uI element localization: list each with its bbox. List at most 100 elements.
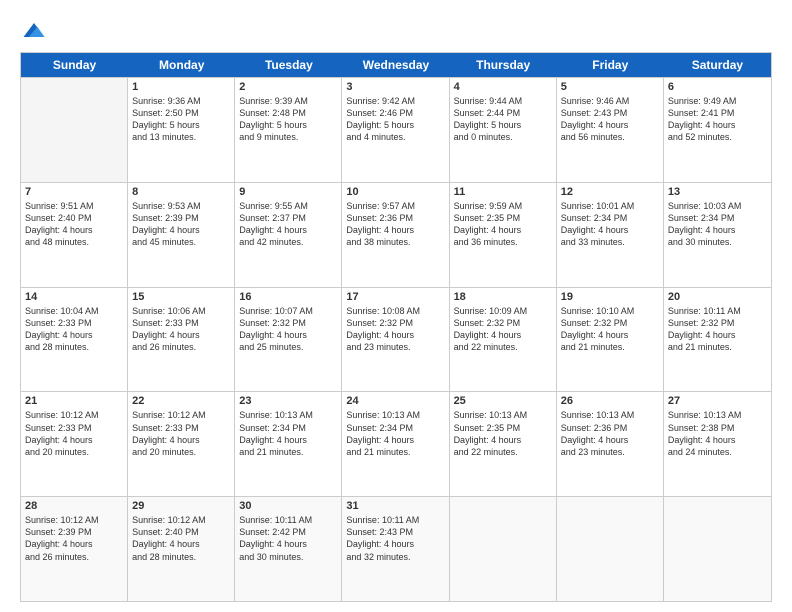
page: SundayMondayTuesdayWednesdayThursdayFrid…	[0, 0, 792, 612]
day-number: 13	[668, 186, 767, 198]
calendar-header: SundayMondayTuesdayWednesdayThursdayFrid…	[21, 53, 771, 77]
calendar-week-4: 21 Sunrise: 10:12 AMSunset: 2:33 PMDaylig…	[21, 391, 771, 496]
day-number: 26	[561, 395, 659, 407]
header-day-saturday: Saturday	[664, 53, 771, 77]
header-day-wednesday: Wednesday	[342, 53, 449, 77]
day-info: Sunrise: 10:13 AMSunset: 2:35 PMDaylight…	[454, 409, 552, 458]
day-number: 16	[239, 291, 337, 303]
calendar-cell-day-25: 25 Sunrise: 10:13 AMSunset: 2:35 PMDaylig…	[450, 392, 557, 496]
calendar-week-3: 14 Sunrise: 10:04 AMSunset: 2:33 PMDaylig…	[21, 287, 771, 392]
calendar: SundayMondayTuesdayWednesdayThursdayFrid…	[20, 52, 772, 602]
header-day-thursday: Thursday	[450, 53, 557, 77]
day-number: 27	[668, 395, 767, 407]
day-info: Sunrise: 10:06 AMSunset: 2:33 PMDaylight…	[132, 305, 230, 354]
day-info: Sunrise: 10:03 AMSunset: 2:34 PMDaylight…	[668, 200, 767, 249]
calendar-cell-day-1: 1 Sunrise: 9:36 AMSunset: 2:50 PMDaylight…	[128, 78, 235, 182]
calendar-cell-day-13: 13 Sunrise: 10:03 AMSunset: 2:34 PMDaylig…	[664, 183, 771, 287]
day-info: Sunrise: 10:09 AMSunset: 2:32 PMDaylight…	[454, 305, 552, 354]
calendar-cell-day-15: 15Sunrise: 10:06 AMSunset: 2:33 PMDaylig…	[128, 288, 235, 392]
calendar-cell-day-17: 17 Sunrise: 10:08 AMSunset: 2:32 PMDaylig…	[342, 288, 449, 392]
day-number: 6	[668, 81, 767, 93]
day-number: 1	[132, 81, 230, 93]
day-info: Sunrise: 10:11 AMSunset: 2:43 PMDaylight…	[346, 514, 444, 563]
header	[20, 16, 772, 44]
day-number: 7	[25, 186, 123, 198]
day-info: Sunrise: 9:46 AMSunset: 2:43 PMDaylight:…	[561, 95, 659, 144]
calendar-cell-day-22: 22 Sunrise: 10:12 AMSunset: 2:33 PMDaylig…	[128, 392, 235, 496]
day-info: Sunrise: 10:01 AMSunset: 2:34 PMDaylight…	[561, 200, 659, 249]
calendar-cell-day-2: 2 Sunrise: 9:39 AMSunset: 2:48 PMDaylight…	[235, 78, 342, 182]
day-number: 25	[454, 395, 552, 407]
header-day-friday: Friday	[557, 53, 664, 77]
day-info: Sunrise: 10:12 AMSunset: 2:33 PMDaylight…	[132, 409, 230, 458]
day-number: 30	[239, 500, 337, 512]
day-info: Sunrise: 10:04 AMSunset: 2:33 PMDaylight…	[25, 305, 123, 354]
day-info: Sunrise: 9:55 AMSunset: 2:37 PMDaylight:…	[239, 200, 337, 249]
calendar-cell-day-19: 19Sunrise: 10:10 AMSunset: 2:32 PMDaylig…	[557, 288, 664, 392]
calendar-cell-day-31: 31 Sunrise: 10:11 AMSunset: 2:43 PMDaylig…	[342, 497, 449, 601]
day-info: Sunrise: 10:08 AMSunset: 2:32 PMDaylight…	[346, 305, 444, 354]
calendar-cell-day-20: 20Sunrise: 10:11 AMSunset: 2:32 PMDaylig…	[664, 288, 771, 392]
calendar-body: 1 Sunrise: 9:36 AMSunset: 2:50 PMDaylight…	[21, 77, 771, 601]
calendar-cell-day-6: 6Sunrise: 9:49 AMSunset: 2:41 PMDaylight…	[664, 78, 771, 182]
day-number: 2	[239, 81, 337, 93]
calendar-cell-day-30: 30 Sunrise: 10:11 AMSunset: 2:42 PMDaylig…	[235, 497, 342, 601]
calendar-cell-day-21: 21 Sunrise: 10:12 AMSunset: 2:33 PMDaylig…	[21, 392, 128, 496]
day-info: Sunrise: 9:57 AMSunset: 2:36 PMDaylight:…	[346, 200, 444, 249]
day-info: Sunrise: 10:11 AMSunset: 2:32 PMDaylight…	[668, 305, 767, 354]
day-number: 4	[454, 81, 552, 93]
calendar-cell-day-27: 27 Sunrise: 10:13 AMSunset: 2:38 PMDaylig…	[664, 392, 771, 496]
calendar-cell-day-23: 23Sunrise: 10:13 AMSunset: 2:34 PMDaylig…	[235, 392, 342, 496]
day-number: 21	[25, 395, 123, 407]
calendar-cell-day-18: 18 Sunrise: 10:09 AMSunset: 2:32 PMDaylig…	[450, 288, 557, 392]
calendar-cell-day-26: 26 Sunrise: 10:13 AMSunset: 2:36 PMDaylig…	[557, 392, 664, 496]
day-number: 8	[132, 186, 230, 198]
day-info: Sunrise: 9:51 AMSunset: 2:40 PMDaylight:…	[25, 200, 123, 249]
day-info: Sunrise: 10:13 AMSunset: 2:34 PMDaylight…	[239, 409, 337, 458]
calendar-cell-day-9: 9 Sunrise: 9:55 AMSunset: 2:37 PMDaylight…	[235, 183, 342, 287]
calendar-cell-day-29: 29 Sunrise: 10:12 AMSunset: 2:40 PMDaylig…	[128, 497, 235, 601]
day-number: 10	[346, 186, 444, 198]
day-number: 17	[346, 291, 444, 303]
calendar-cell-day-8: 8 Sunrise: 9:53 AMSunset: 2:39 PMDaylight…	[128, 183, 235, 287]
day-info: Sunrise: 10:13 AMSunset: 2:36 PMDaylight…	[561, 409, 659, 458]
calendar-cell-empty	[450, 497, 557, 601]
calendar-cell-day-7: 7 Sunrise: 9:51 AMSunset: 2:40 PMDaylight…	[21, 183, 128, 287]
day-info: Sunrise: 10:07 AMSunset: 2:32 PMDaylight…	[239, 305, 337, 354]
day-number: 14	[25, 291, 123, 303]
day-number: 5	[561, 81, 659, 93]
day-info: Sunrise: 10:13 AMSunset: 2:38 PMDaylight…	[668, 409, 767, 458]
day-info: Sunrise: 10:12 AMSunset: 2:33 PMDaylight…	[25, 409, 123, 458]
day-number: 18	[454, 291, 552, 303]
logo	[20, 16, 52, 44]
day-number: 29	[132, 500, 230, 512]
calendar-week-5: 28Sunrise: 10:12 AMSunset: 2:39 PMDaylig…	[21, 496, 771, 601]
day-info: Sunrise: 9:53 AMSunset: 2:39 PMDaylight:…	[132, 200, 230, 249]
header-day-monday: Monday	[128, 53, 235, 77]
day-info: Sunrise: 10:13 AMSunset: 2:34 PMDaylight…	[346, 409, 444, 458]
calendar-cell-day-12: 12 Sunrise: 10:01 AMSunset: 2:34 PMDaylig…	[557, 183, 664, 287]
calendar-cell-day-10: 10 Sunrise: 9:57 AMSunset: 2:36 PMDayligh…	[342, 183, 449, 287]
calendar-cell-day-16: 16 Sunrise: 10:07 AMSunset: 2:32 PMDaylig…	[235, 288, 342, 392]
calendar-cell-day-5: 5 Sunrise: 9:46 AMSunset: 2:43 PMDaylight…	[557, 78, 664, 182]
day-number: 28	[25, 500, 123, 512]
day-number: 24	[346, 395, 444, 407]
day-number: 22	[132, 395, 230, 407]
day-number: 31	[346, 500, 444, 512]
calendar-cell-day-3: 3Sunrise: 9:42 AMSunset: 2:46 PMDaylight…	[342, 78, 449, 182]
day-info: Sunrise: 9:36 AMSunset: 2:50 PMDaylight:…	[132, 95, 230, 144]
header-day-sunday: Sunday	[21, 53, 128, 77]
calendar-cell-empty	[557, 497, 664, 601]
day-info: Sunrise: 9:44 AMSunset: 2:44 PMDaylight:…	[454, 95, 552, 144]
day-number: 11	[454, 186, 552, 198]
day-info: Sunrise: 10:11 AMSunset: 2:42 PMDaylight…	[239, 514, 337, 563]
day-number: 9	[239, 186, 337, 198]
calendar-cell-day-28: 28Sunrise: 10:12 AMSunset: 2:39 PMDaylig…	[21, 497, 128, 601]
day-info: Sunrise: 10:12 AMSunset: 2:40 PMDaylight…	[132, 514, 230, 563]
calendar-cell-empty	[21, 78, 128, 182]
day-number: 12	[561, 186, 659, 198]
day-info: Sunrise: 9:39 AMSunset: 2:48 PMDaylight:…	[239, 95, 337, 144]
calendar-cell-day-14: 14 Sunrise: 10:04 AMSunset: 2:33 PMDaylig…	[21, 288, 128, 392]
calendar-week-1: 1 Sunrise: 9:36 AMSunset: 2:50 PMDaylight…	[21, 77, 771, 182]
day-info: Sunrise: 9:59 AMSunset: 2:35 PMDaylight:…	[454, 200, 552, 249]
